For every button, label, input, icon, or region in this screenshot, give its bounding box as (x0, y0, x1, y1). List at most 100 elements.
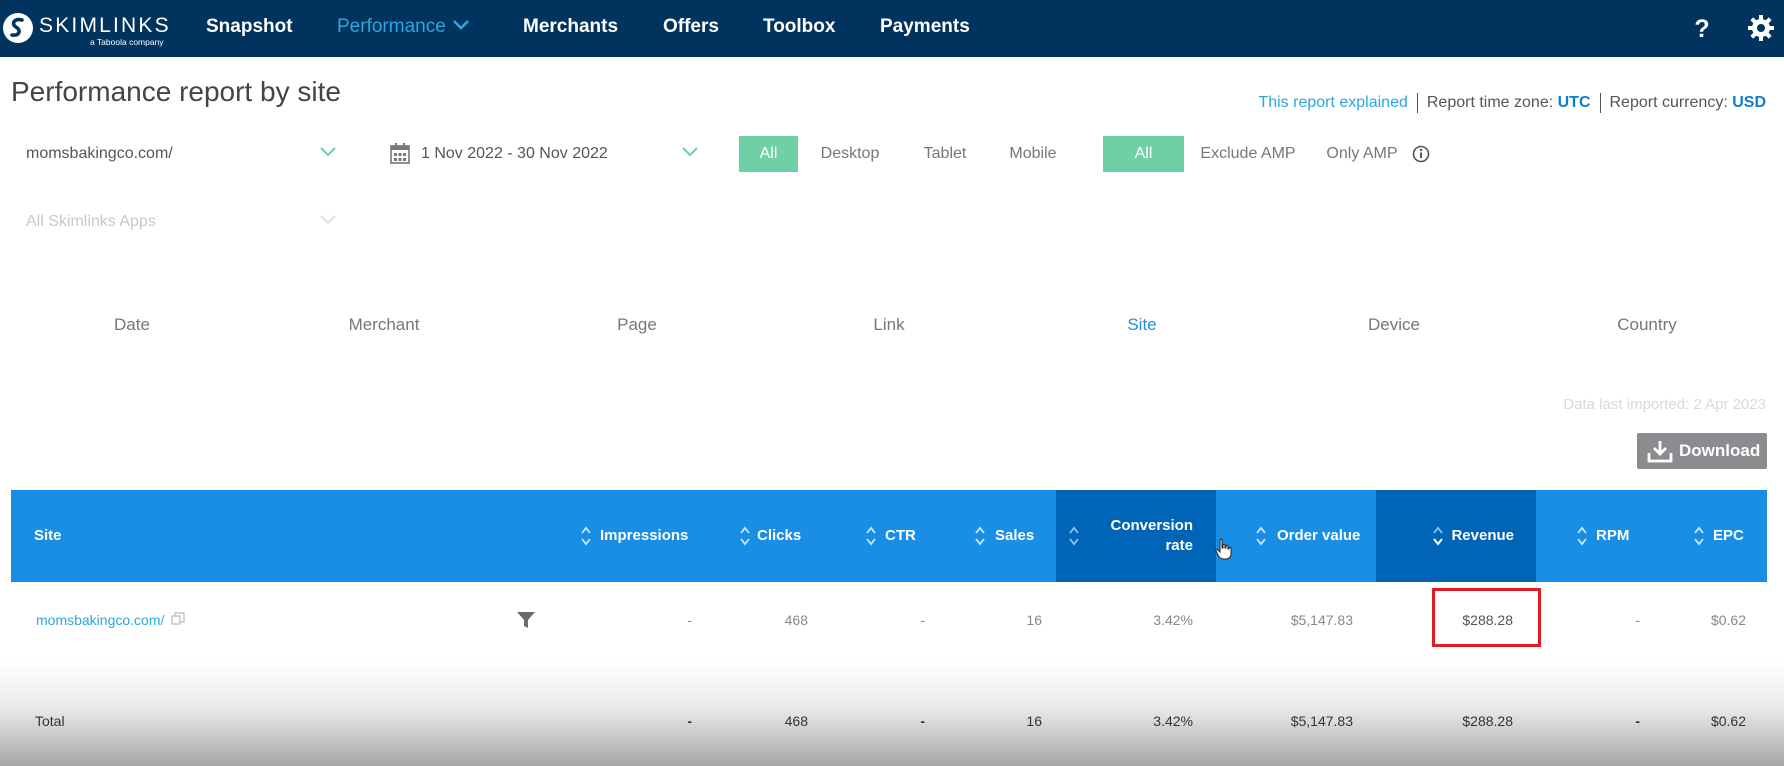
tab-page[interactable]: Page (557, 315, 717, 335)
timezone-label: Report time zone: (1426, 94, 1554, 112)
col-epc-label: EPC (1713, 527, 1744, 544)
date-range-select[interactable]: 1 Nov 2022 - 30 Nov 2022 (388, 136, 708, 172)
col-site-label: Site (34, 527, 62, 544)
nav-offers[interactable]: Offers (663, 16, 719, 38)
tab-link[interactable]: Link (809, 315, 969, 335)
col-conversion-label-2: rate (1165, 537, 1193, 554)
cell-sales: 16 (1026, 612, 1042, 628)
brand-sub: a Taboola company (90, 37, 164, 47)
table-header: Site Impressions Clicks CTR Sales Conver… (11, 490, 1767, 582)
divider (1416, 93, 1418, 113)
device-mobile-toggle[interactable]: Mobile (995, 136, 1071, 172)
site-select-value: momsbakingco.com/ (26, 145, 173, 162)
cell-clicks: 468 (784, 612, 808, 628)
col-impressions[interactable]: Impressions (576, 490, 696, 582)
site-select[interactable]: momsbakingco.com/ (11, 136, 341, 172)
sort-icon (975, 526, 985, 546)
col-ctr-label: CTR (885, 527, 916, 544)
col-rpm-label: RPM (1596, 527, 1630, 544)
col-revenue[interactable]: Revenue (1376, 490, 1536, 582)
sort-icon (866, 526, 876, 546)
filter-icon[interactable] (516, 610, 536, 630)
gear-icon[interactable] (1747, 14, 1775, 42)
revenue-highlight-box (1432, 588, 1541, 647)
device-desktop-toggle[interactable]: Desktop (805, 136, 895, 172)
question-icon[interactable]: ? (1688, 14, 1716, 42)
nav-toolbox[interactable]: Toolbox (763, 16, 835, 38)
cell-rpm: - (1635, 612, 1640, 628)
chevron-down-icon (682, 147, 698, 157)
currency-label: Report currency: (1609, 94, 1728, 112)
skimlinks-logo-icon (3, 13, 33, 43)
amp-exclude-toggle[interactable]: Exclude AMP (1192, 136, 1304, 172)
col-impressions-label: Impressions (600, 527, 689, 544)
nav-payments[interactable]: Payments (880, 16, 970, 38)
col-order-value[interactable]: Order value (1251, 490, 1371, 582)
sort-icon (740, 526, 750, 546)
skimlinks-logo[interactable]: SKIMLINKS a Taboola company (2, 10, 172, 50)
amp-all-toggle[interactable]: All (1103, 136, 1184, 172)
skimlinks-apps-select[interactable]: All Skimlinks Apps (11, 204, 341, 240)
total-impressions: - (687, 713, 692, 729)
apps-select-placeholder: All Skimlinks Apps (26, 213, 156, 230)
col-conversion-rate[interactable]: Conversion rate (1056, 490, 1232, 582)
tab-site[interactable]: Site (1062, 315, 1222, 335)
cell-epc: $0.62 (1710, 612, 1746, 628)
col-epc[interactable]: EPC (1691, 490, 1761, 582)
nav-merchants[interactable]: Merchants (523, 16, 618, 38)
chevron-down-icon (320, 215, 336, 225)
table-total-row: Total - 468 - 16 3.42% $5,147.83 $288.28… (11, 703, 1767, 743)
col-clicks[interactable]: Clicks (735, 490, 815, 582)
col-order-value-label: Order value (1277, 527, 1361, 544)
hand-cursor-icon (1215, 538, 1232, 560)
sort-icon (1069, 526, 1079, 546)
chevron-down-icon (452, 20, 469, 30)
total-clicks: 468 (784, 713, 808, 729)
info-icon[interactable] (1412, 145, 1430, 163)
tab-country[interactable]: Country (1567, 315, 1727, 335)
download-icon (1647, 441, 1673, 463)
nav-performance[interactable]: Performance (337, 16, 470, 38)
tab-device[interactable]: Device (1314, 315, 1474, 335)
total-ctr: - (920, 713, 925, 729)
sort-icon (1577, 526, 1587, 546)
download-label: Download (1679, 441, 1761, 460)
sort-icon (1694, 526, 1704, 546)
tab-merchant[interactable]: Merchant (304, 315, 464, 335)
site-link[interactable]: momsbakingco.com/ (36, 612, 164, 628)
currency-value[interactable]: USD (1732, 94, 1766, 111)
copy-icon[interactable] (171, 612, 185, 626)
date-range-value: 1 Nov 2022 - 30 Nov 2022 (421, 145, 608, 162)
total-label: Total (35, 713, 65, 729)
total-sales: 16 (1026, 713, 1042, 729)
sort-icon (581, 526, 591, 546)
sort-icon (1256, 526, 1266, 546)
top-nav: SKIMLINKS a Taboola company Snapshot Per… (0, 0, 1784, 57)
col-sales[interactable]: Sales (972, 490, 1052, 582)
col-ctr[interactable]: CTR (863, 490, 933, 582)
device-all-toggle[interactable]: All (739, 136, 798, 172)
amp-only-toggle[interactable]: Only AMP (1316, 136, 1408, 172)
timezone-value[interactable]: UTC (1558, 94, 1591, 111)
brand-name: SKIMLINKS (39, 14, 171, 37)
device-tablet-toggle[interactable]: Tablet (905, 136, 985, 172)
download-button[interactable]: Download (1637, 433, 1767, 469)
svg-text:?: ? (1694, 15, 1709, 42)
nav-snapshot[interactable]: Snapshot (206, 16, 293, 38)
report-explained-link[interactable]: This report explained (1258, 94, 1407, 111)
chevron-down-icon (320, 147, 336, 157)
data-last-imported: Data last imported: 2 Apr 2023 (1563, 396, 1766, 413)
total-revenue: $288.28 (1462, 713, 1513, 729)
col-site[interactable]: Site (11, 490, 551, 582)
page-title: Performance report by site (11, 76, 341, 107)
total-epc: $0.62 (1710, 713, 1746, 729)
col-clicks-label: Clicks (757, 527, 802, 544)
cell-ctr: - (920, 612, 925, 628)
col-rpm[interactable]: RPM (1574, 490, 1644, 582)
cell-conversion-rate: 3.42% (1153, 612, 1193, 628)
col-revenue-label: Revenue (1451, 527, 1514, 544)
cell-impressions: - (687, 612, 692, 628)
cell-order-value: $5,147.83 (1290, 612, 1353, 628)
tab-date[interactable]: Date (52, 315, 212, 335)
nav-performance-label: Performance (337, 16, 446, 37)
